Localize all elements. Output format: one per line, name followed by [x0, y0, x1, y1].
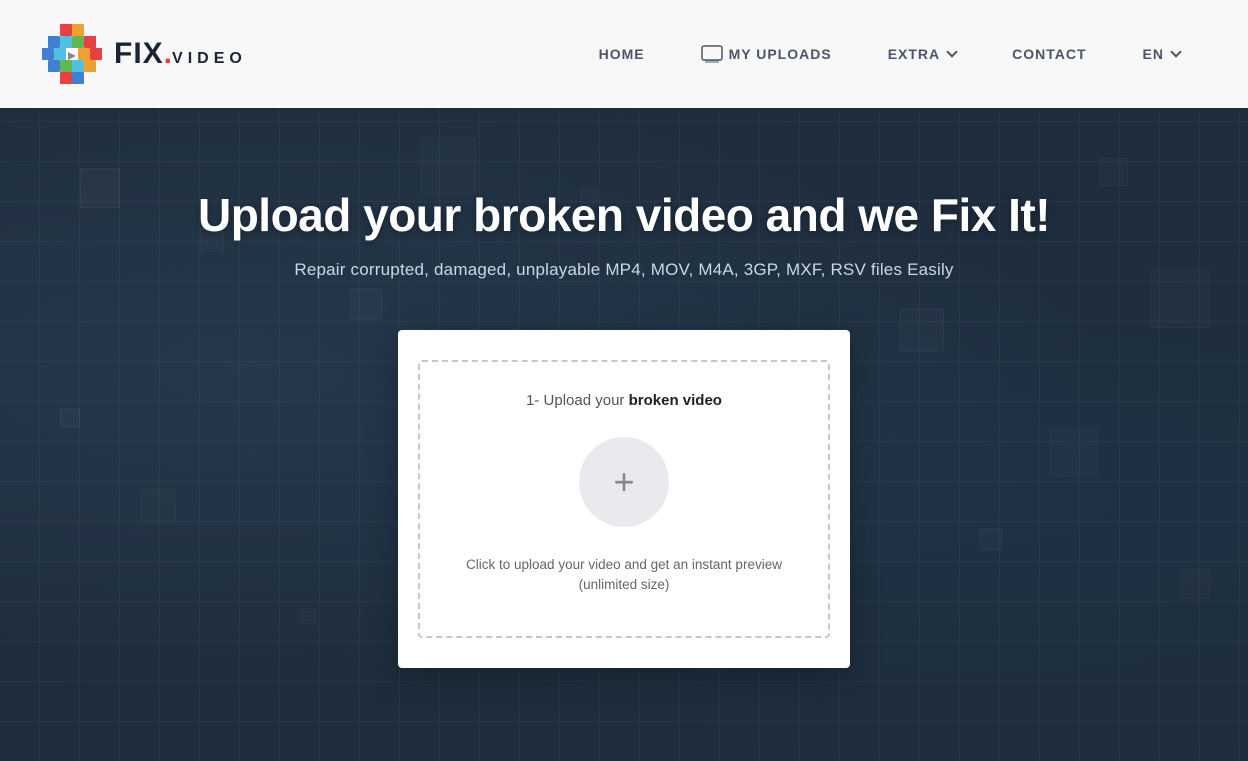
main-nav: HOME MY UPLOADS EXTRA CONTACT EN — [571, 0, 1208, 108]
hero-content: Upload your broken video and we Fix It! … — [178, 188, 1070, 330]
upload-icon — [701, 45, 723, 63]
plus-icon: + — [613, 464, 634, 500]
upload-label: 1- Upload your broken video — [526, 392, 722, 409]
hero-section: Upload your broken video and we Fix It! … — [0, 108, 1248, 761]
nav-contact[interactable]: CONTACT — [984, 0, 1114, 108]
nav-uploads[interactable]: MY UPLOADS — [673, 0, 860, 108]
upload-hint: Click to upload your video and get an in… — [466, 555, 782, 596]
nav-extra[interactable]: EXTRA — [860, 0, 984, 108]
logo-link[interactable]: FIX.VIDEO — [40, 22, 247, 86]
upload-card: 1- Upload your broken video + Click to u… — [398, 330, 850, 668]
site-header: FIX.VIDEO HOME MY UPLOADS EXTRA CONTACT … — [0, 0, 1248, 108]
upload-plus-button[interactable]: + — [579, 437, 669, 527]
logo-icon — [40, 22, 104, 86]
logo-text: FIX.VIDEO — [114, 37, 247, 71]
hero-title: Upload your broken video and we Fix It! — [198, 188, 1050, 242]
hero-subtitle: Repair corrupted, damaged, unplayable MP… — [198, 260, 1050, 280]
lang-chevron-icon — [1170, 46, 1181, 57]
chevron-down-icon — [946, 46, 957, 57]
upload-drop-zone[interactable]: 1- Upload your broken video + Click to u… — [418, 360, 830, 638]
nav-lang[interactable]: EN — [1115, 0, 1208, 108]
nav-home[interactable]: HOME — [571, 0, 673, 108]
